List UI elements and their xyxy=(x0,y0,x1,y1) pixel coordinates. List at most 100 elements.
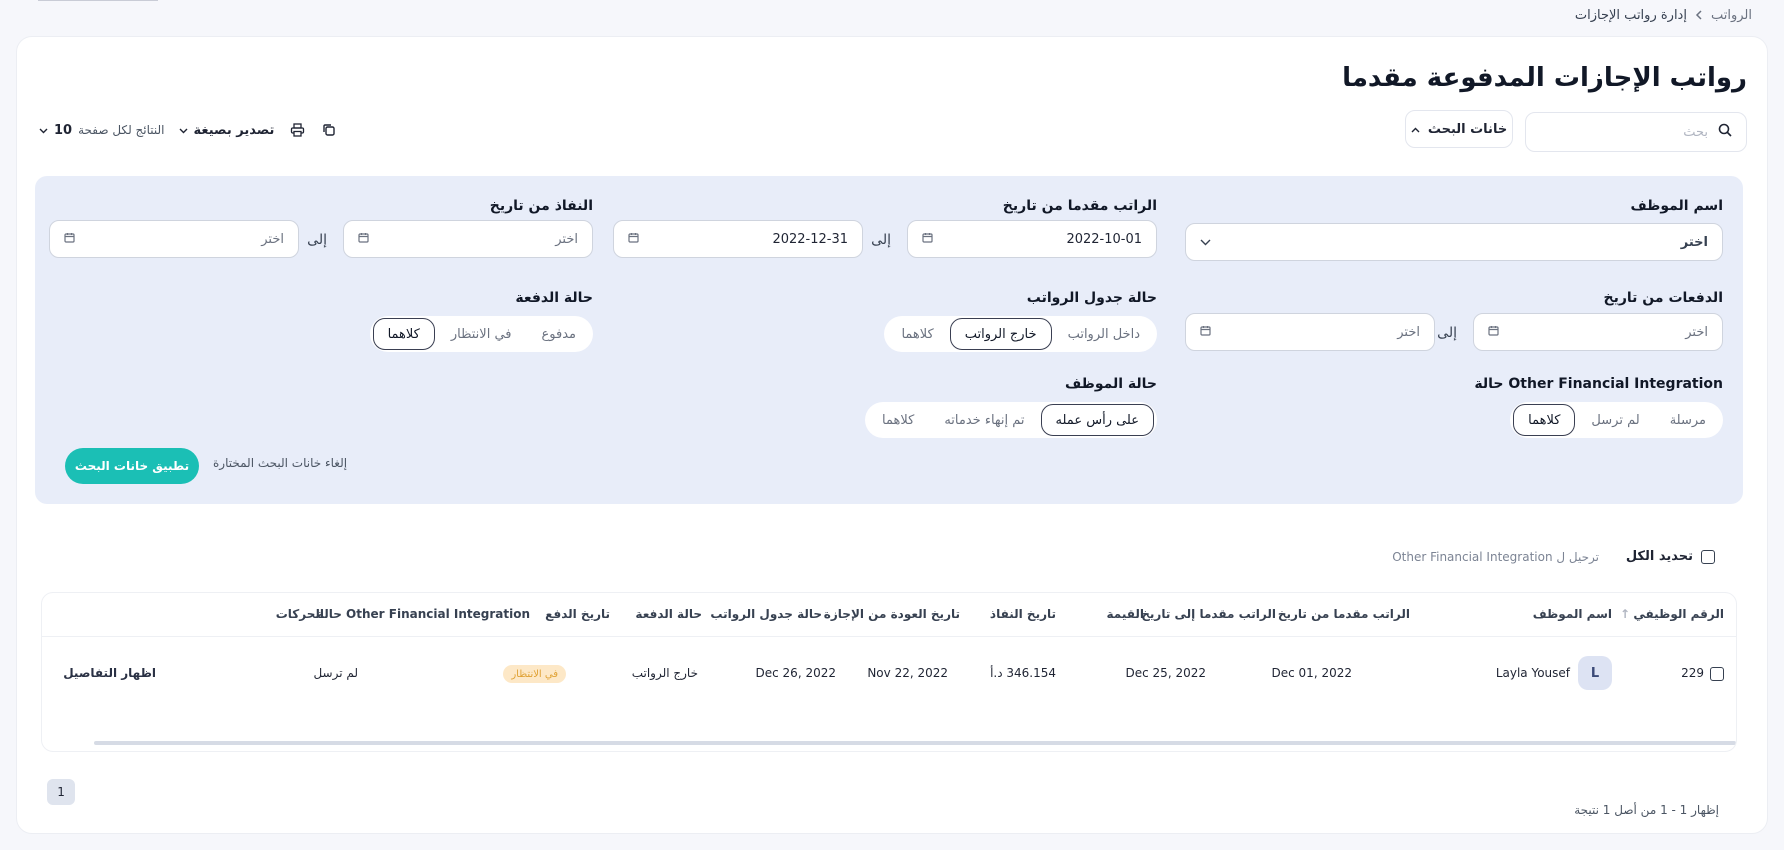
per-page-value: 10 xyxy=(54,122,73,138)
breadcrumb-root[interactable]: الرواتب xyxy=(1711,8,1752,23)
col-emp-no[interactable]: الرقم الوظيفي xyxy=(1633,607,1724,621)
ofi-option-both[interactable]: كلاهما xyxy=(1513,404,1576,436)
ofi-status-label: Other Financial Integration حالة xyxy=(1474,376,1723,392)
export-label: تصدير بصيغة xyxy=(193,122,275,138)
calendar-icon xyxy=(358,232,369,247)
main-card: رواتب الإجازات المدفوعة مقدما خانات البح… xyxy=(16,36,1768,834)
avatar: L xyxy=(1578,656,1612,690)
ofi-status-toggle: مرسلة لم ترسل كلاهما xyxy=(1510,402,1723,438)
page-button-1[interactable]: 1 xyxy=(47,779,75,805)
chevron-down-icon xyxy=(1200,235,1211,250)
table-toolbar: تصدير بصيغة النتائج لكل صفحة 10 xyxy=(39,115,338,145)
employee-status-label: حالة الموظف xyxy=(1064,376,1157,392)
payments-from-placeholder: اختر xyxy=(1685,324,1708,340)
effective-from-placeholder: اختر xyxy=(555,231,578,247)
col-emp-name[interactable]: اسم الموظف xyxy=(1533,607,1612,621)
advance-to-date[interactable]: 2022-12-31 xyxy=(613,220,863,258)
advance-to-word: إلى xyxy=(871,232,891,248)
payments-from-date[interactable]: اختر xyxy=(1473,313,1723,351)
chevron-left-icon xyxy=(1695,9,1703,23)
advance-from-date[interactable]: 2022-10-01 xyxy=(907,220,1157,258)
calendar-icon xyxy=(922,232,933,247)
effective-to-date[interactable]: اختر xyxy=(49,220,299,258)
chevron-down-icon xyxy=(39,123,48,138)
cell-emp-no: 229 xyxy=(1681,666,1704,680)
calendar-icon xyxy=(1488,325,1499,340)
payment-option-pending[interactable]: في الانتظار xyxy=(437,318,526,350)
row-checkbox[interactable] xyxy=(1710,667,1724,681)
search-input[interactable] xyxy=(1538,124,1708,140)
col-return: تاريخ العودة من الإجازة xyxy=(823,607,960,621)
advance-to-value: 2022-12-31 xyxy=(772,231,848,247)
col-adv-from: الراتب مقدما من تاريخ xyxy=(1277,607,1410,621)
cell-return: Dec 26, 2022 xyxy=(755,666,836,680)
chevron-up-icon xyxy=(1411,122,1420,137)
per-page-label: النتائج لكل صفحة xyxy=(78,123,165,137)
calendar-icon xyxy=(628,232,639,247)
employee-name-select[interactable]: اختر xyxy=(1185,223,1723,261)
payroll-status-label: حالة جدول الرواتب xyxy=(1026,290,1157,306)
payment-option-both[interactable]: كلاهما xyxy=(372,318,435,350)
cell-payroll: خارج الرواتب xyxy=(631,666,698,680)
payments-to-date[interactable]: اختر xyxy=(1185,313,1435,351)
effective-to-word: إلى xyxy=(307,232,327,248)
cell-adv-to: Dec 25, 2022 xyxy=(1125,666,1206,680)
payroll-option-inside[interactable]: داخل الرواتب xyxy=(1054,318,1154,350)
table-row: 229 L Layla Yousef Dec 01, 2022 Dec 25, … xyxy=(42,637,1736,713)
print-icon[interactable] xyxy=(288,121,306,139)
copy-icon[interactable] xyxy=(320,121,338,139)
transfer-ofi-link[interactable]: ترحيل ل Other Financial Integration xyxy=(1392,550,1599,564)
employee-status-toggle: على رأس عمله تم إنهاء خدماته كلاهما xyxy=(865,402,1157,438)
col-paid-date: تاريخ الدفع xyxy=(545,607,610,621)
apply-filters-button[interactable]: تطبيق خانات البحث xyxy=(65,448,199,484)
col-payroll: حالة جدول الرواتب xyxy=(710,607,822,621)
payroll-status-toggle: داخل الرواتب خارج الرواتب كلاهما xyxy=(884,316,1157,352)
ofi-option-sent[interactable]: مرسلة xyxy=(1656,404,1720,436)
search-fields-button[interactable]: خانات البحث xyxy=(1405,110,1513,148)
show-details-link[interactable]: اظهار التفاصيل xyxy=(63,666,156,680)
top-divider xyxy=(38,0,158,1)
cell-ofi: لم ترسل xyxy=(313,666,358,680)
horizontal-scrollbar[interactable] xyxy=(94,741,1736,745)
payroll-option-both[interactable]: كلاهما xyxy=(887,318,947,350)
employee-option-terminated[interactable]: تم إنهاء خدماته xyxy=(930,404,1038,436)
payment-status-label: حالة الدفعة xyxy=(515,290,593,306)
status-badge: في الانتظار xyxy=(503,665,566,683)
page-title: رواتب الإجازات المدفوعة مقدما xyxy=(1342,63,1747,93)
employee-option-both[interactable]: كلاهما xyxy=(868,404,928,436)
results-summary: إظهار 1 - 1 من أصل 1 نتيجة xyxy=(1574,803,1719,817)
sort-arrow-up-icon[interactable]: ↑ xyxy=(1620,607,1630,621)
filter-panel: اسم الموظف اختر الراتب مقدما من تاريخ 20… xyxy=(35,176,1743,504)
effective-from-date[interactable]: اختر xyxy=(343,220,593,258)
search-box[interactable] xyxy=(1525,112,1747,152)
cell-emp-name[interactable]: Layla Yousef xyxy=(1496,666,1570,680)
select-all[interactable]: تحديد الكل xyxy=(1626,549,1715,564)
search-fields-label: خانات البحث xyxy=(1427,121,1508,137)
employee-option-active[interactable]: على رأس عمله xyxy=(1040,404,1154,436)
breadcrumb: الرواتب إدارة رواتب الإجازات xyxy=(1575,8,1752,23)
ofi-option-not-sent[interactable]: لم ترسل xyxy=(1577,404,1653,436)
clear-filters-link[interactable]: إلغاء خانات البحث المختارة xyxy=(213,456,347,470)
search-icon xyxy=(1718,123,1732,141)
payments-from-label: الدفعات من تاريخ xyxy=(1603,290,1723,306)
col-amount: القيمة xyxy=(1106,607,1144,621)
cell-amount: 346.154 د.أ xyxy=(990,666,1056,680)
employee-name-label: اسم الموظف xyxy=(1630,198,1724,214)
col-payment: حالة الدفعة xyxy=(635,607,702,621)
chevron-down-icon xyxy=(179,123,188,138)
calendar-icon xyxy=(1200,325,1211,340)
effective-to-placeholder: اختر xyxy=(261,231,284,247)
breadcrumb-current: إدارة رواتب الإجازات xyxy=(1574,8,1687,23)
payment-option-paid[interactable]: مدفوع xyxy=(528,318,590,350)
payroll-option-outside[interactable]: خارج الرواتب xyxy=(949,318,1052,350)
select-all-checkbox[interactable] xyxy=(1701,549,1715,564)
export-dropdown[interactable]: تصدير بصيغة xyxy=(179,122,275,138)
payments-to-word: إلى xyxy=(1437,325,1457,341)
payment-status-toggle: مدفوع في الانتظار كلاهما xyxy=(369,316,593,352)
data-table: الرقم الوظيفي ↑ اسم الموظف الراتب مقدما … xyxy=(41,592,1737,752)
calendar-icon xyxy=(64,232,75,247)
per-page-dropdown[interactable]: النتائج لكل صفحة 10 xyxy=(39,123,165,138)
col-effective: تاريخ النفاذ xyxy=(989,607,1056,621)
table-header: الرقم الوظيفي ↑ اسم الموظف الراتب مقدما … xyxy=(42,593,1736,637)
effective-from-label: النفاذ من تاريخ xyxy=(489,198,593,214)
